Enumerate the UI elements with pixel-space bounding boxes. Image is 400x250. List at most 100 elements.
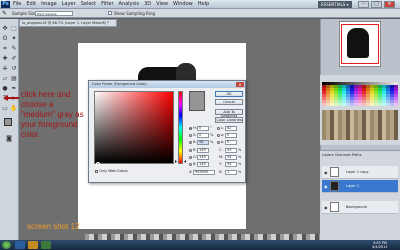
brightness-row: B: [189,140,197,145]
shape-tool-icon[interactable]: ▭ [1,105,9,113]
quick-mask-icon[interactable]: ◙ [5,135,13,143]
show-ring-checkbox[interactable] [108,11,112,15]
current-color-swatch[interactable] [190,101,204,110]
swatches-grid[interactable] [322,82,398,108]
green-input[interactable]: 149 [197,155,209,160]
yellow-unit: % [238,162,242,166]
dodge-tool-icon[interactable]: ● [1,85,9,93]
red-radio[interactable] [189,148,192,152]
menu-edit[interactable]: Edit [26,1,36,8]
sample-size-select[interactable]: Point Sample [35,11,73,16]
color-libraries-button[interactable]: Color Libraries [215,117,243,123]
dialog-close-button[interactable]: ✕ [236,82,244,87]
marquee-tool-icon[interactable]: ⬚ [10,25,18,33]
only-web-colors-option[interactable]: Only Web Colors [95,169,128,174]
start-button[interactable] [2,241,11,249]
hue-radio[interactable] [189,126,192,130]
tab-layers[interactable]: Layers [322,153,334,157]
stamp-tool-icon[interactable]: ⎈ [1,65,9,73]
document-tab[interactable]: lo_progress.tif @ 66.7% (Layer 1, Layer … [19,19,117,27]
ok-button[interactable]: OK [215,91,243,97]
lab-l-radio[interactable] [217,126,220,130]
minimize-button[interactable]: – [358,1,369,8]
lab-b-input[interactable]: 0 [225,140,237,145]
healing-tool-icon[interactable]: ✚ [1,55,9,63]
red-row: R: [189,148,197,153]
only-web-colors-checkbox[interactable] [95,169,98,173]
move-tool-icon[interactable]: ✥ [1,25,9,33]
lab-l-input[interactable]: 62 [225,126,237,131]
hex-label: # [189,170,192,174]
menu-filter[interactable]: Filter [101,1,113,8]
lasso-tool-icon[interactable]: ʘ [1,35,9,43]
blue-radio[interactable] [189,162,192,166]
menu-window[interactable]: Window [173,1,193,8]
saturation-radio[interactable] [189,133,192,137]
color-field[interactable] [94,91,174,166]
red-label: R: [193,148,197,152]
photoshop-task-icon[interactable] [15,241,25,249]
brush-tool-icon[interactable]: ✐ [10,55,18,63]
browser-task-icon[interactable] [41,241,51,249]
menu-3d[interactable]: 3D [144,1,151,8]
hue-slider-handle[interactable] [175,160,186,163]
layers-panel [320,150,400,240]
hex-row: # [189,170,192,175]
eyedropper-tool-icon[interactable]: ✎ [10,45,18,53]
menu-file[interactable]: File [13,1,21,8]
navigator-view-frame[interactable] [341,24,379,64]
swatch-chip[interactable] [394,103,398,106]
add-to-swatches-button[interactable]: Add To Swatches [215,109,243,118]
gradient-tool-icon[interactable]: ▤ [10,75,18,83]
tab-channels[interactable]: Channels [335,153,351,157]
magenta-input[interactable]: 34 [225,155,237,160]
menu-view[interactable]: View [156,1,168,8]
eraser-tool-icon[interactable]: ▱ [1,75,9,83]
hex-input[interactable]: 959595 [193,170,215,175]
brightness-input[interactable]: 58 [197,140,209,145]
foreground-color-swatch[interactable] [4,118,12,126]
menu-analysis[interactable]: Analysis [119,1,140,8]
crop-tool-icon[interactable]: ⌗ [1,45,9,53]
color-field-ring[interactable] [96,162,100,166]
hand-tool-icon[interactable]: ✋ [10,105,18,113]
magic-wand-tool-icon[interactable]: ✦ [10,35,18,43]
hue-slider[interactable] [178,91,183,164]
swatches-grid-extended[interactable] [322,110,398,140]
workspace-switcher[interactable]: ESSENTIALS ▾ [318,1,352,8]
close-button[interactable]: ✕ [384,1,395,8]
yellow-input[interactable]: 34 [225,162,237,167]
cancel-button[interactable]: Cancel [215,99,243,105]
brightness-radio[interactable] [189,140,192,144]
red-input[interactable]: 149 [197,148,209,153]
layer-row[interactable]: ◉ Layer 1 [322,180,398,193]
pen-tool-icon[interactable]: ✒ [10,85,18,93]
eyedropper-icon[interactable]: ✎ [2,10,7,17]
black-input[interactable]: 1 [225,170,237,175]
layer-thumbnail [330,202,339,212]
layer-thumbnail [330,167,339,177]
cyan-input[interactable]: 43 [225,148,237,153]
eye-icon[interactable]: ◉ [324,170,328,175]
hue-input[interactable]: 0 [197,126,209,131]
green-row: G: [189,155,197,160]
saturation-input[interactable]: 0 [197,133,209,138]
lab-b-label: b: [221,140,225,144]
blue-input[interactable]: 149 [197,162,209,167]
maximize-button[interactable]: □ [371,1,382,8]
menu-image[interactable]: Image [41,1,57,8]
menu-select[interactable]: Select [81,1,96,8]
history-brush-icon[interactable]: ↺ [10,65,18,73]
lab-a-input[interactable]: 0 [225,133,237,138]
layer-row[interactable]: ◉ Background [322,201,398,214]
menu-help[interactable]: Help [198,1,209,8]
lab-b-radio[interactable] [217,140,220,144]
green-radio[interactable] [189,155,192,159]
tab-paths[interactable]: Paths [352,153,362,157]
menu-layer[interactable]: Layer [62,1,76,8]
eye-icon[interactable]: ◉ [324,184,328,189]
lab-a-radio[interactable] [217,133,220,137]
eye-icon[interactable]: ◉ [324,205,328,210]
explorer-task-icon[interactable] [28,241,38,249]
layer-row[interactable]: ◉ Layer 1 copy [322,166,398,179]
